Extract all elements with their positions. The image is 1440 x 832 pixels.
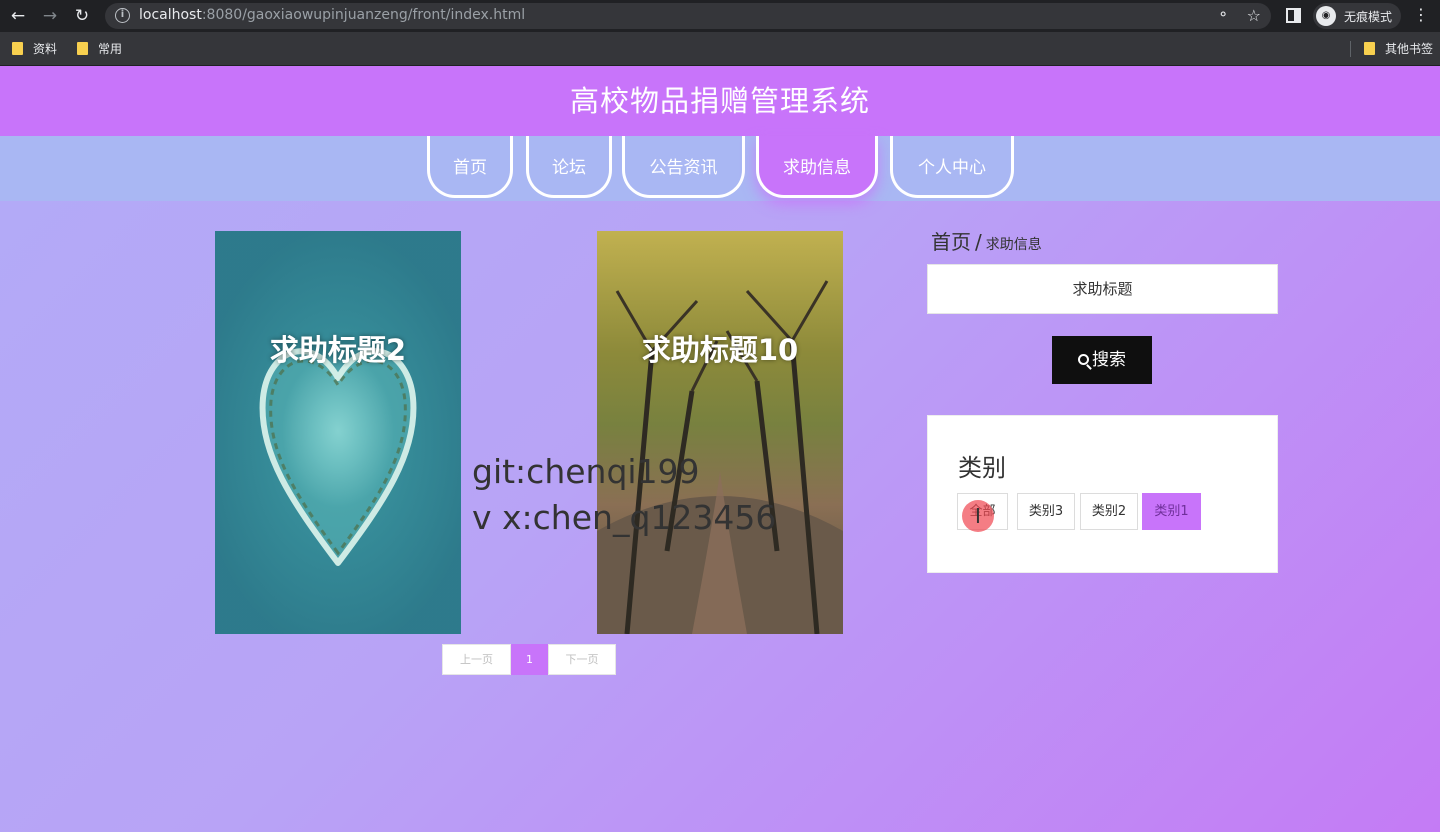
nav-tab-home[interactable]: 首页: [427, 136, 513, 198]
nav-tab-help-info[interactable]: 求助信息: [756, 136, 878, 198]
back-arrow-icon[interactable]: ←: [8, 6, 28, 26]
search-input[interactable]: 求助标题: [927, 264, 1278, 314]
bookmark-folder-changyong[interactable]: 常用: [77, 40, 122, 57]
incognito-indicator[interactable]: ◉ 无痕模式: [1313, 3, 1401, 29]
category-title: 类别: [958, 454, 1006, 482]
folder-icon: [77, 42, 88, 55]
incognito-icon: ◉: [1316, 6, 1336, 26]
breadcrumb-current: 求助信息: [985, 237, 1042, 253]
nav-tab-news[interactable]: 公告资讯: [622, 136, 745, 198]
other-bookmarks[interactable]: 其他书签: [1364, 40, 1433, 57]
next-page-button[interactable]: 下一页: [548, 644, 616, 675]
watermark-line: git:chenqi199: [472, 452, 700, 491]
help-card[interactable]: 求助标题2: [215, 231, 461, 634]
search-button-label: 搜索: [1092, 350, 1126, 370]
folder-icon: [1364, 42, 1375, 55]
page-number-button[interactable]: 1: [511, 644, 548, 675]
bookmarks-bar: 资料 常用 其他书签: [0, 32, 1440, 66]
nav-tab-forum[interactable]: 论坛: [526, 136, 612, 198]
page-content: 高校物品捐赠管理系统 首页 论坛 公告资讯 求助信息 个人中心 求助标题2 求助…: [0, 66, 1440, 832]
address-bar[interactable]: i localhost:8080/gaoxiaowupinjuanzeng/fr…: [105, 3, 1271, 29]
category-panel: 类别 全部 类别3 类别2 类别1: [927, 415, 1278, 573]
browser-toolbar: ← → ↻ i localhost:8080/gaoxiaowupinjuanz…: [0, 0, 1440, 32]
search-icon: [1078, 354, 1089, 365]
category-1-button[interactable]: 类别1: [1142, 493, 1201, 530]
key-icon[interactable]: ⚬: [1217, 7, 1229, 23]
bookmark-folder-ziliao[interactable]: 资料: [12, 40, 57, 57]
prev-page-button[interactable]: 上一页: [442, 644, 511, 675]
card-title: 求助标题10: [641, 333, 799, 367]
watermark-line: v x:chen_q123456: [472, 498, 777, 537]
card-title: 求助标题2: [269, 333, 407, 367]
side-panel-icon[interactable]: [1286, 8, 1301, 23]
site-info-icon[interactable]: i: [115, 8, 130, 23]
site-title: 高校物品捐赠管理系统: [569, 84, 870, 118]
category-2-button[interactable]: 类别2: [1080, 493, 1138, 530]
browser-menu-icon[interactable]: ⋮: [1413, 5, 1429, 24]
search-button[interactable]: 搜索: [1052, 336, 1152, 384]
forward-arrow-icon[interactable]: →: [40, 6, 60, 26]
help-card[interactable]: 求助标题10: [597, 231, 843, 634]
breadcrumb-separator: /: [975, 230, 982, 254]
category-3-button[interactable]: 类别3: [1017, 493, 1075, 530]
incognito-label: 无痕模式: [1344, 10, 1393, 24]
folder-icon: [12, 42, 23, 55]
breadcrumb: 首页 / 求助信息: [931, 226, 1042, 255]
site-header: 高校物品捐赠管理系统: [0, 66, 1440, 136]
reload-icon[interactable]: ↻: [72, 6, 92, 26]
breadcrumb-home[interactable]: 首页: [931, 230, 971, 254]
bookmark-star-icon[interactable]: ☆: [1247, 6, 1261, 25]
nav-tab-personal-center[interactable]: 个人中心: [890, 136, 1014, 198]
tree-road-image: [597, 280, 843, 634]
cursor-click-indicator: I: [962, 500, 994, 532]
url-text: localhost:8080/gaoxiaowupinjuanzeng/fron…: [139, 7, 526, 23]
bookmarks-divider: [1350, 41, 1351, 57]
